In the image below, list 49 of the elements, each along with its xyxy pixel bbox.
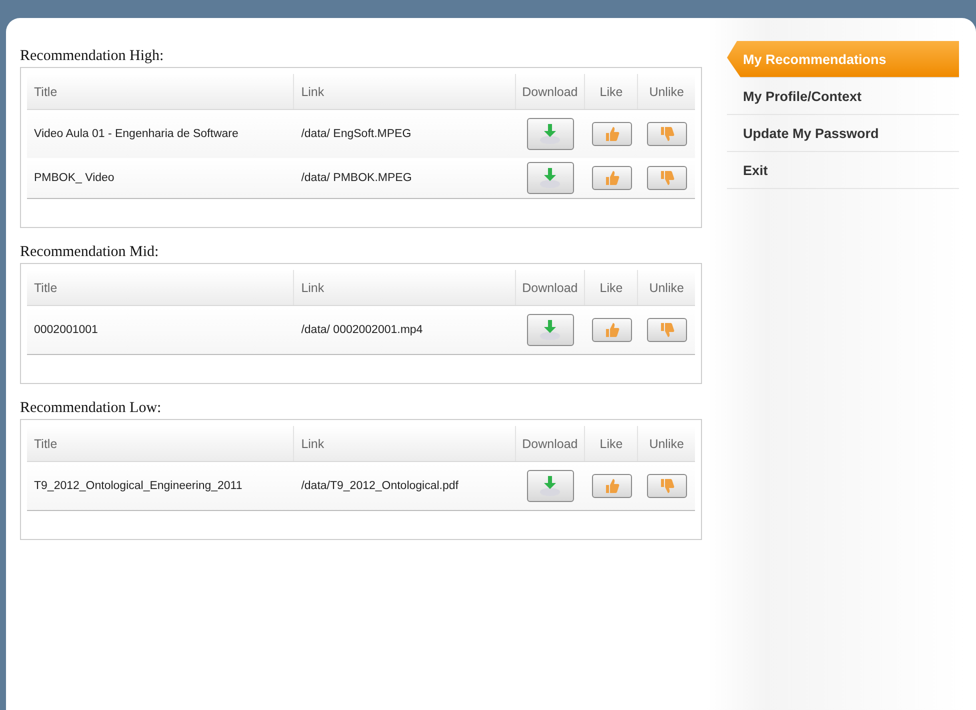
column-header: Link <box>294 270 516 305</box>
column-header: Unlike <box>648 280 685 296</box>
thumbs-down-icon <box>658 126 675 142</box>
column-header: Title <box>27 270 294 305</box>
section-heading: Recommendation Low: <box>20 400 162 417</box>
column-header: Unlike <box>648 436 685 452</box>
download-button[interactable] <box>526 118 574 150</box>
column-header: Title <box>27 426 294 461</box>
thumbs-up-icon <box>604 478 620 494</box>
column-header: Title <box>27 74 294 109</box>
title-cell-text: PMBOK_ Video <box>33 172 116 184</box>
column-header: Download <box>516 270 586 305</box>
download-button[interactable] <box>526 162 574 194</box>
like-button[interactable] <box>592 122 632 146</box>
column-header: Like <box>585 426 638 461</box>
column-header: Link <box>294 426 516 461</box>
unlike-button[interactable] <box>646 166 687 190</box>
column-header: Link <box>294 74 516 109</box>
link-cell-text: /data/ 0002002001.mp4 <box>300 324 424 336</box>
column-header: Like <box>585 270 638 305</box>
menu-item[interactable]: My Profile/Context <box>727 78 959 115</box>
title-cell-text: 0002001001 <box>33 324 99 336</box>
link-cell-text: /data/ PMBOK.MPEG <box>300 172 413 184</box>
column-header: Unlike <box>648 84 685 100</box>
thumbs-down-icon <box>658 170 675 186</box>
title-cell-text: T9_2012_Ontological_Engineering_2011 <box>33 480 244 492</box>
thumbs-up-icon <box>604 126 620 142</box>
column-header: Like <box>585 74 638 109</box>
title-cell-text: Video Aula 01 - Engenharia de Software <box>33 128 240 140</box>
menu-item[interactable]: Update My Password <box>727 115 959 152</box>
like-button[interactable] <box>592 318 632 342</box>
download-button[interactable] <box>526 470 574 502</box>
like-button[interactable] <box>592 474 632 498</box>
thumbs-down-icon <box>658 478 675 494</box>
unlike-button[interactable] <box>646 122 687 146</box>
unlike-button[interactable] <box>646 318 687 342</box>
like-button[interactable] <box>592 166 632 190</box>
thumbs-up-icon <box>604 170 620 186</box>
column-header: Download <box>516 426 586 461</box>
unlike-button[interactable] <box>646 474 687 498</box>
thumbs-up-icon <box>604 322 620 338</box>
link-cell-text: /data/T9_2012_Ontological.pdf <box>300 480 460 492</box>
menu-item[interactable]: Exit <box>727 152 959 189</box>
link-cell-text: /data/ EngSoft.MPEG <box>300 128 412 140</box>
thumbs-down-icon <box>658 322 675 338</box>
column-header: Download <box>516 74 586 109</box>
section-heading: Recommendation Mid: <box>20 244 160 261</box>
section-heading: Recommendation High: <box>20 48 165 65</box>
download-button[interactable] <box>526 314 574 346</box>
